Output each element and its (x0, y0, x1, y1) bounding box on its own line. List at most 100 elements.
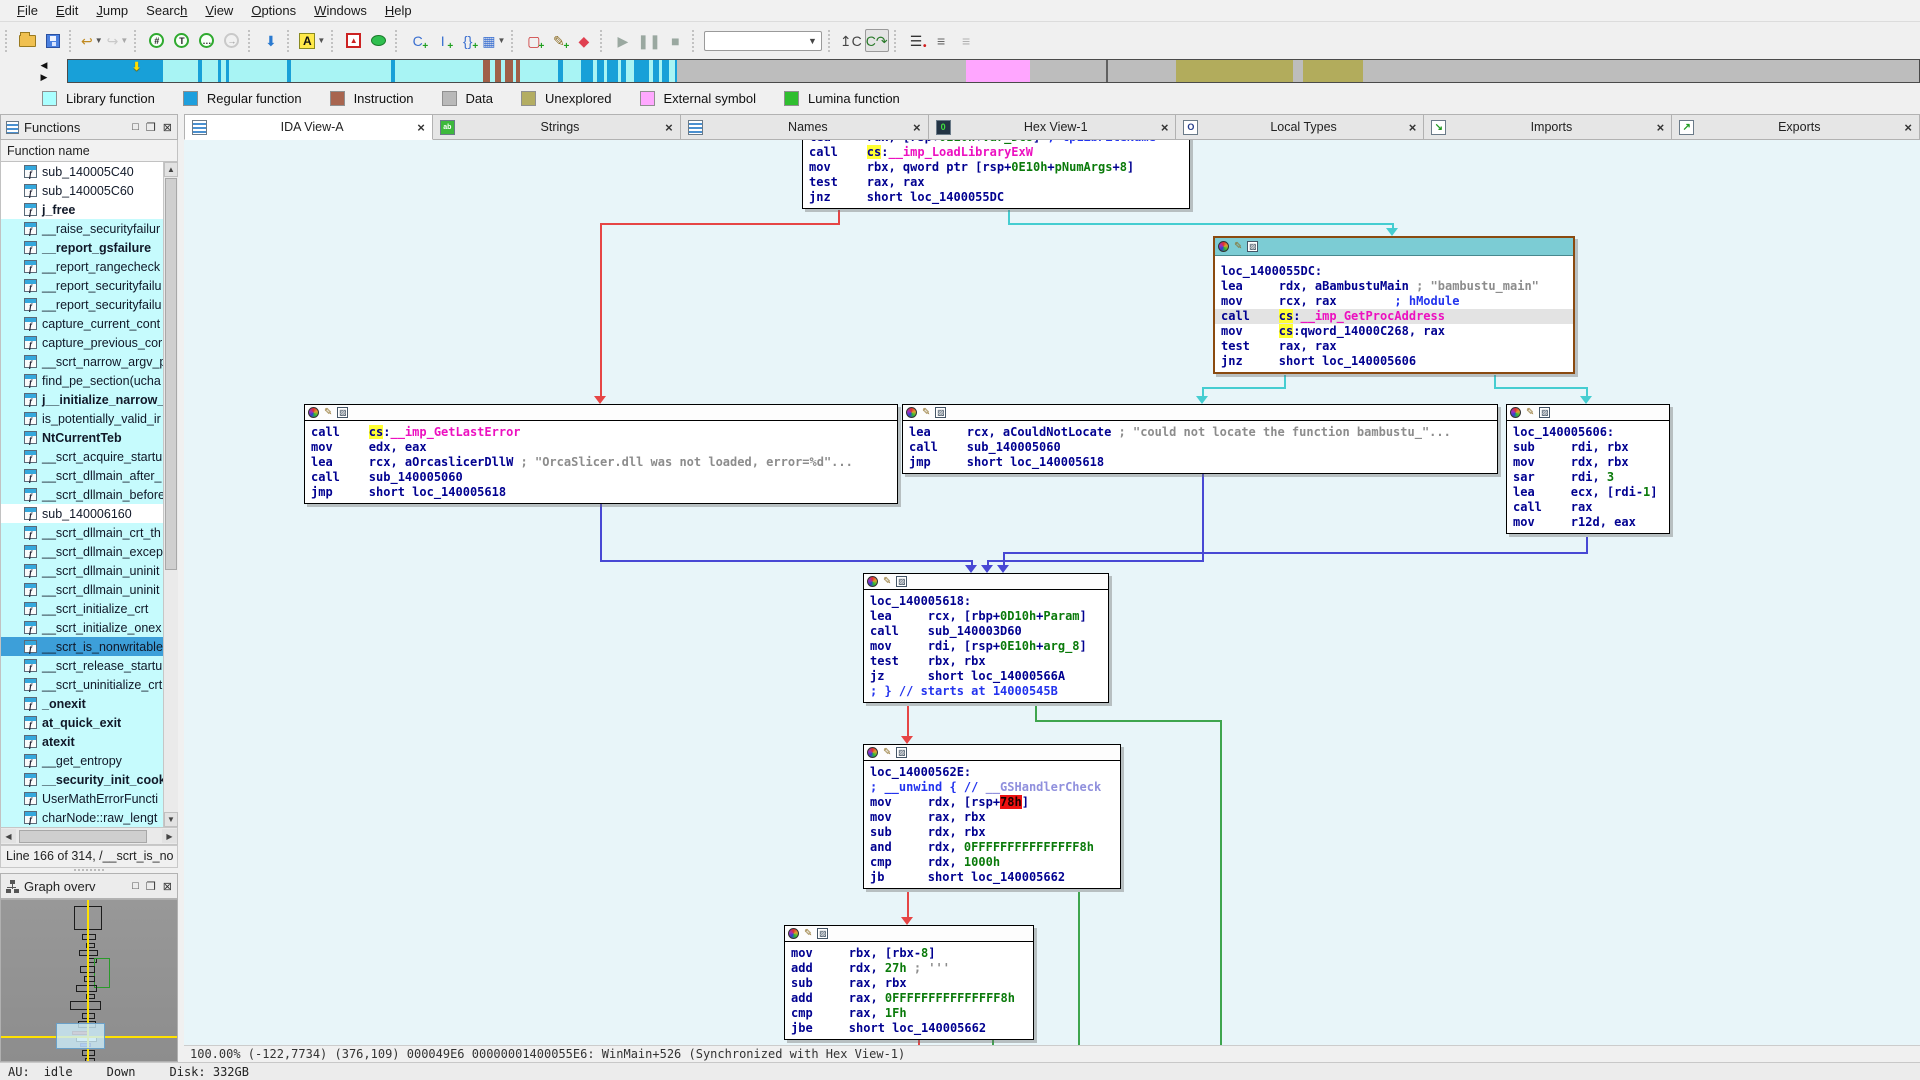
edit-pencil-icon[interactable]: ✎ (804, 929, 812, 939)
menu-help[interactable]: Help (376, 1, 421, 20)
jump-down-icon[interactable]: ⬇ (259, 29, 282, 52)
function-list-item[interactable]: fatexit (1, 732, 177, 751)
tab-close-icon[interactable]: × (1904, 120, 1912, 135)
goto-address-icon[interactable]: → (220, 29, 243, 52)
node-loc-140005618[interactable]: ✎▨loc_140005618:lea rcx, [rbp+0D10h+Para… (863, 573, 1109, 703)
edit-pencil-icon[interactable]: ✎ (1526, 408, 1534, 418)
tab-exports[interactable]: ↗Exports× (1672, 114, 1920, 140)
create-union-icon[interactable]: {}+ (456, 29, 479, 52)
trace-window-icon[interactable]: ☰• (905, 29, 928, 52)
scroll-down-icon[interactable]: ▼ (164, 812, 178, 827)
create-enum-icon[interactable]: I+ (431, 29, 454, 52)
toolbar-group-handle[interactable] (692, 30, 698, 52)
function-list-item[interactable]: fsub_140005C60 (1, 181, 177, 200)
function-list-item[interactable]: f__report_gsfailure (1, 238, 177, 257)
create-struct-icon[interactable]: C+ (406, 29, 429, 52)
menu-windows[interactable]: Windows (305, 1, 376, 20)
scrollbar-thumb[interactable] (19, 830, 147, 843)
minimap-viewport[interactable] (56, 1023, 105, 1049)
list-xrefs-icon[interactable]: # (145, 29, 168, 52)
menu-view[interactable]: View (196, 1, 242, 20)
color-wheel-icon[interactable] (308, 407, 319, 418)
node-bottom[interactable]: ✎▨mov rbx, [rbx-8]add rdx, 27h ; '''sub … (784, 925, 1034, 1040)
add-breakpoint-icon[interactable]: ▢+ (522, 29, 545, 52)
navband-left-arrow[interactable]: ◀ (36, 59, 52, 71)
edit-pencil-icon[interactable]: ✎ (883, 748, 891, 758)
toolbar-group-handle[interactable] (395, 30, 401, 52)
toolbar-group-handle[interactable] (248, 30, 254, 52)
overview-popout-button[interactable]: ❐ (146, 880, 156, 893)
tab-hex-view-1[interactable]: 0Hex View-1× (929, 114, 1177, 140)
node-couldnotlocate[interactable]: ✎▨lea rcx, aCouldNotLocate ; "could not … (902, 404, 1498, 474)
save-icon[interactable] (41, 29, 64, 52)
open-file-icon[interactable] (16, 29, 39, 52)
lumina-icon[interactable] (367, 29, 390, 52)
tab-close-icon[interactable]: × (913, 120, 921, 135)
function-list-item[interactable]: f__scrt_narrow_argv_p (1, 352, 177, 371)
function-list-item[interactable]: f__get_entropy (1, 751, 177, 770)
toolbar-group-handle[interactable] (69, 30, 75, 52)
functions-float-button[interactable]: □ (132, 121, 139, 134)
stop-icon[interactable]: ■ (664, 29, 687, 52)
options-a-icon[interactable]: ≡ (930, 29, 953, 52)
toolbar-group-handle[interactable] (828, 30, 834, 52)
toolbar-group-handle[interactable] (600, 30, 606, 52)
color-wheel-icon[interactable] (906, 407, 917, 418)
color-wheel-icon[interactable] (867, 576, 878, 587)
color-wheel-icon[interactable] (788, 928, 799, 939)
function-list-item[interactable]: fis_potentially_valid_ir (1, 409, 177, 428)
color-wheel-icon[interactable] (1218, 241, 1229, 252)
function-list-item[interactable]: f__scrt_initialize_onex (1, 618, 177, 637)
function-list-item[interactable]: f__report_rangecheck (1, 257, 177, 276)
function-list-item[interactable]: f__scrt_dllmain_after_ (1, 466, 177, 485)
scrollbar-thumb[interactable] (165, 178, 177, 570)
graph-overview-titlebar[interactable]: Graph overv □ ❐ ⊠ (0, 873, 178, 899)
function-list-item[interactable]: f__scrt_acquire_startu (1, 447, 177, 466)
function-list-item[interactable]: fUserMathErrorFuncti (1, 789, 177, 808)
toolbar-group-handle[interactable] (894, 30, 900, 52)
comment-icon[interactable]: … (195, 29, 218, 52)
rename-icon[interactable]: T (170, 29, 193, 52)
navigation-band[interactable] (67, 59, 1920, 83)
run-icon[interactable]: ▶ (611, 29, 634, 52)
open-subview-icon[interactable]: ▨ (896, 576, 907, 587)
breakpoint-icon[interactable]: ◆ (572, 29, 595, 52)
function-list-item[interactable]: f__scrt_release_startu (1, 656, 177, 675)
tab-names[interactable]: Names× (681, 114, 929, 140)
menu-edit[interactable]: Edit (47, 1, 87, 20)
scroll-left-icon[interactable]: ◀ (1, 829, 16, 843)
function-list-item[interactable]: f__raise_securityfailur (1, 219, 177, 238)
toolbar-group-handle[interactable] (134, 30, 140, 52)
color-wheel-icon[interactable] (1510, 407, 1521, 418)
edit-pencil-icon[interactable]: ✎ (1234, 242, 1242, 252)
text-view-icon[interactable]: A▼ (298, 29, 326, 52)
functions-horizontal-scrollbar[interactable]: ◀ ▶ (0, 827, 178, 845)
demangle-icon[interactable]: ▲ (342, 29, 365, 52)
function-list-item[interactable]: fcapture_previous_cor (1, 333, 177, 352)
combo-shape[interactable]: ▼ (704, 31, 822, 51)
tab-strings[interactable]: abStrings× (433, 114, 681, 140)
function-list-item[interactable]: f__scrt_dllmain_before (1, 485, 177, 504)
functions-panel-titlebar[interactable]: Functions □ ❐ ⊠ (0, 114, 178, 140)
graph-overview-minimap[interactable] (0, 899, 178, 1062)
open-subview-icon[interactable]: ▨ (337, 407, 348, 418)
function-list-item[interactable]: f__scrt_dllmain_crt_th (1, 523, 177, 542)
tab-imports[interactable]: ↘Imports× (1424, 114, 1672, 140)
menu-file[interactable]: File (8, 1, 47, 20)
function-list-item[interactable]: fcharNode::raw_lengt (1, 808, 177, 827)
function-list-item[interactable]: f__scrt_dllmain_uninit (1, 561, 177, 580)
pause-icon[interactable]: ❚❚ (636, 29, 661, 52)
scroll-right-icon[interactable]: ▶ (162, 829, 177, 843)
edit-pencil-icon[interactable]: ✎ (324, 408, 332, 418)
tab-close-icon[interactable]: × (1161, 120, 1169, 135)
function-list-item[interactable]: f__scrt_initialize_crt (1, 599, 177, 618)
jump-forward-icon[interactable]: ↪▼ (106, 29, 130, 52)
function-list-item[interactable]: fsub_140005C40 (1, 162, 177, 181)
open-subview-icon[interactable]: ▨ (935, 407, 946, 418)
open-subview-icon[interactable]: ▨ (1539, 407, 1550, 418)
function-list-item[interactable]: f__scrt_is_nonwritable (1, 637, 177, 656)
edit-pencil-icon[interactable]: ✎ (883, 577, 891, 587)
toolbar-group-handle[interactable] (331, 30, 337, 52)
function-list-item[interactable]: fj_free (1, 200, 177, 219)
toolbar-group-handle[interactable] (287, 30, 293, 52)
